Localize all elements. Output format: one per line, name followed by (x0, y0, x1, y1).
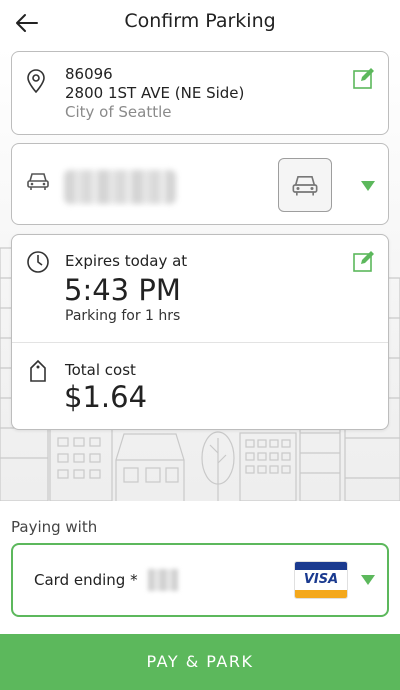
card-ending-label: Card ending * (34, 571, 138, 589)
license-plate-redacted (64, 170, 176, 204)
edit-icon (353, 251, 374, 272)
page-title: Confirm Parking (124, 10, 276, 32)
edit-time-button[interactable] (352, 249, 378, 275)
car-icon (292, 176, 318, 196)
total-cost-label: Total cost (65, 361, 136, 379)
parking-duration: Parking for 1 hrs (65, 308, 181, 324)
card-brand: VISA (295, 570, 347, 590)
price-tag-icon (30, 359, 46, 382)
edit-icon (353, 68, 374, 89)
vehicle-card[interactable] (11, 143, 389, 225)
pay-and-park-button[interactable]: PAY & PARK (0, 634, 400, 690)
clock-icon (27, 251, 49, 273)
city-name: City of Seattle (65, 103, 172, 121)
location-details: 86096 2800 1ST AVE (NE Side) City of Sea… (65, 65, 244, 122)
expiry-time: 5:43 PM (64, 273, 181, 307)
paying-with-label: Paying with (11, 518, 98, 536)
chevron-down-icon[interactable] (361, 181, 375, 191)
expiry-label: Expires today at (65, 252, 188, 270)
payment-method-selector[interactable]: Card ending * VISA (11, 543, 389, 617)
vehicle-type-button[interactable] (278, 158, 332, 212)
map-pin-icon (27, 69, 45, 93)
card-digits-redacted (148, 569, 178, 591)
chevron-down-icon[interactable] (361, 575, 375, 585)
divider (12, 342, 388, 343)
visa-logo: VISA (294, 561, 348, 599)
total-cost-value: $1.64 (64, 380, 148, 414)
zone-number: 86096 (65, 65, 113, 83)
app-header: Confirm Parking (0, 0, 400, 46)
street-address: 2800 1ST AVE (NE Side) (65, 84, 245, 102)
location-card[interactable]: 86096 2800 1ST AVE (NE Side) City of Sea… (11, 51, 389, 135)
edit-location-button[interactable] (352, 66, 378, 92)
car-icon (27, 173, 49, 190)
parking-summary-card: Expires today at 5:43 PM Parking for 1 h… (11, 234, 389, 430)
